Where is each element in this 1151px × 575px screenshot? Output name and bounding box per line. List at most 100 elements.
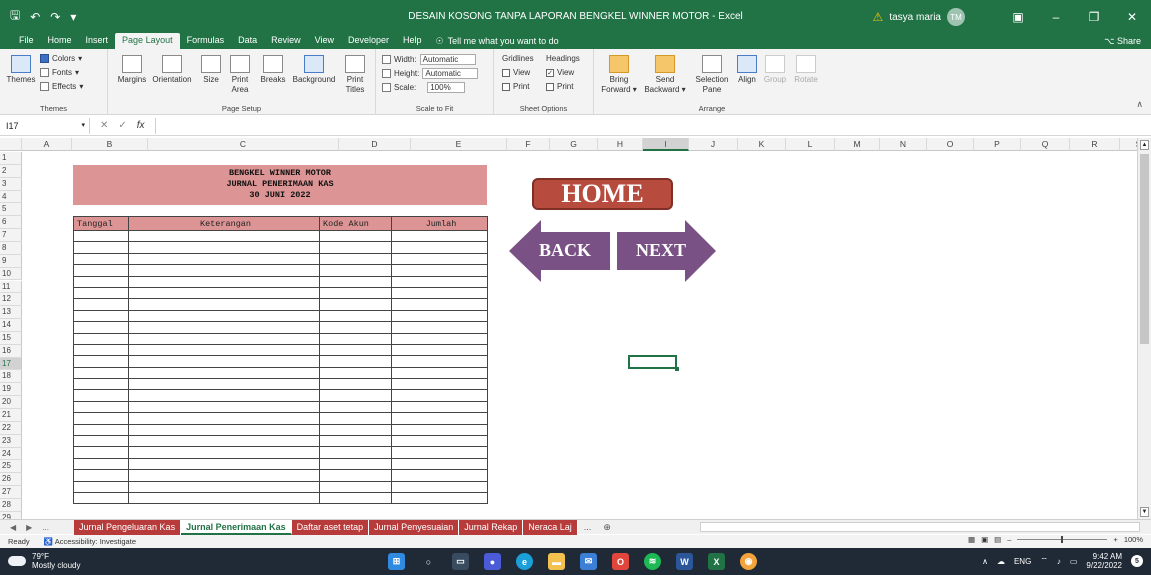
table-cell[interactable] [73, 458, 129, 471]
home-button[interactable]: HOME [532, 178, 673, 210]
send-backward-button[interactable]: Send Backward ▾ [642, 55, 688, 95]
customize-qat-icon[interactable]: ▾ [70, 10, 76, 24]
table-cell[interactable] [128, 492, 320, 505]
table-cell[interactable] [391, 424, 488, 437]
row-header[interactable]: 3 [0, 177, 22, 191]
table-cell[interactable] [73, 298, 129, 311]
column-header[interactable]: J [689, 138, 738, 151]
table-cell[interactable] [319, 458, 392, 471]
table-cell[interactable] [73, 287, 129, 300]
word-icon[interactable]: W [676, 553, 693, 570]
table-cell[interactable] [319, 492, 392, 505]
table-cell[interactable] [391, 446, 488, 459]
lang-indicator[interactable]: ENG [1014, 557, 1031, 566]
background-button[interactable]: Background [288, 55, 340, 85]
clock[interactable]: 9:42 AM 9/22/2022 [1086, 552, 1122, 570]
table-cell[interactable] [319, 253, 392, 266]
table-cell[interactable] [73, 344, 129, 357]
table-cell[interactable] [391, 276, 488, 288]
table-cell[interactable] [391, 389, 488, 402]
table-cell[interactable] [128, 378, 320, 391]
header-kode-akun[interactable]: Kode Akun [319, 216, 392, 231]
restore-button[interactable]: ❐ [1075, 0, 1113, 33]
formula-input[interactable] [154, 117, 1151, 134]
table-cell[interactable] [319, 344, 392, 357]
insert-function-icon[interactable]: fx [137, 120, 145, 131]
zoom-out-icon[interactable]: – [1007, 535, 1011, 544]
table-cell[interactable] [128, 276, 320, 288]
column-header[interactable]: G [550, 138, 598, 151]
bring-forward-button[interactable]: Bring Forward ▾ [598, 55, 640, 95]
table-cell[interactable] [128, 469, 320, 482]
back-button[interactable]: BACK [509, 220, 611, 282]
tray-chevron-icon[interactable]: ∧ [982, 557, 988, 566]
start-icon[interactable]: ⊞ [388, 553, 405, 570]
table-cell[interactable] [128, 401, 320, 414]
zoom-in-icon[interactable]: + [1113, 535, 1117, 544]
width-dropdown[interactable]: Automatic [419, 54, 476, 65]
table-cell[interactable] [73, 469, 129, 482]
search-icon[interactable]: ○ [420, 553, 437, 570]
row-header[interactable]: 5 [0, 203, 22, 217]
office-icon[interactable]: O [612, 553, 629, 570]
prev-sheet-icon[interactable]: ◀ [10, 523, 16, 532]
table-cell[interactable] [128, 344, 320, 357]
tab-developer[interactable]: Developer [341, 33, 396, 49]
page-layout-view-icon[interactable]: ▣ [981, 535, 988, 544]
column-header[interactable]: D [339, 138, 411, 151]
table-cell[interactable] [128, 458, 320, 471]
tab-formulas[interactable]: Formulas [180, 33, 232, 49]
tell-me-box[interactable]: ☉ Tell me what you want to do [429, 33, 566, 49]
table-cell[interactable] [128, 241, 320, 254]
table-cell[interactable] [73, 378, 129, 391]
teams-icon[interactable]: ● [484, 553, 501, 570]
sheet-tab-daftar-aset-tetap[interactable]: Daftar aset tetap [291, 519, 370, 535]
print-area-button[interactable]: Print Area [226, 55, 254, 95]
tab-insert[interactable]: Insert [79, 33, 116, 49]
row-header[interactable]: 16 [0, 344, 22, 358]
vertical-scrollbar[interactable]: ▲ ▼ [1137, 138, 1151, 519]
table-cell[interactable] [319, 241, 392, 254]
table-cell[interactable] [73, 424, 129, 437]
row-header[interactable]: 4 [0, 190, 22, 204]
next-button[interactable]: NEXT [617, 220, 717, 282]
table-cell[interactable] [73, 355, 129, 368]
column-header[interactable]: E [411, 138, 507, 151]
row-header[interactable]: 9 [0, 254, 22, 268]
column-header[interactable]: O [927, 138, 974, 151]
edge-icon[interactable]: e [516, 553, 533, 570]
table-cell[interactable] [319, 469, 392, 482]
table-cell[interactable] [128, 287, 320, 300]
column-header[interactable]: L [786, 138, 835, 151]
weather-widget[interactable]: 79°F Mostly cloudy [8, 552, 80, 570]
sheet-tab-jurnal-rekap[interactable]: Jurnal Rekap [459, 519, 524, 535]
minimize-button[interactable]: – [1037, 0, 1075, 33]
row-header[interactable]: 22 [0, 421, 22, 435]
column-header[interactable]: B [72, 138, 148, 151]
scroll-down-icon[interactable]: ▼ [1140, 507, 1149, 517]
table-cell[interactable] [391, 401, 488, 414]
table-cell[interactable] [391, 230, 488, 243]
journal-table[interactable]: Tanggal Keterangan Kode Akun Jumlah [73, 216, 488, 505]
tab-home[interactable]: Home [41, 33, 79, 49]
fonts-button[interactable]: Fonts ▾ [40, 68, 79, 77]
table-cell[interactable] [73, 241, 129, 254]
table-cell[interactable] [391, 355, 488, 368]
row-header[interactable]: 15 [0, 331, 22, 345]
headings-view-checkbox[interactable]: ✓ View [546, 68, 574, 77]
table-cell[interactable] [391, 469, 488, 482]
column-header[interactable]: M [835, 138, 880, 151]
table-cell[interactable] [391, 378, 488, 391]
table-cell[interactable] [73, 367, 129, 380]
table-cell[interactable] [319, 412, 392, 425]
table-cell[interactable] [73, 446, 129, 459]
close-button[interactable]: ✕ [1113, 0, 1151, 33]
table-cell[interactable] [128, 253, 320, 266]
column-header[interactable]: H [598, 138, 643, 151]
table-cell[interactable] [73, 333, 129, 345]
table-cell[interactable] [319, 264, 392, 277]
row-header[interactable]: 1 [0, 152, 22, 165]
table-cell[interactable] [128, 481, 320, 494]
height-dropdown[interactable]: Automatic [422, 68, 479, 79]
sheet-tab-jurnal-penerimaan-kas[interactable]: Jurnal Penerimaan Kas [181, 519, 292, 535]
